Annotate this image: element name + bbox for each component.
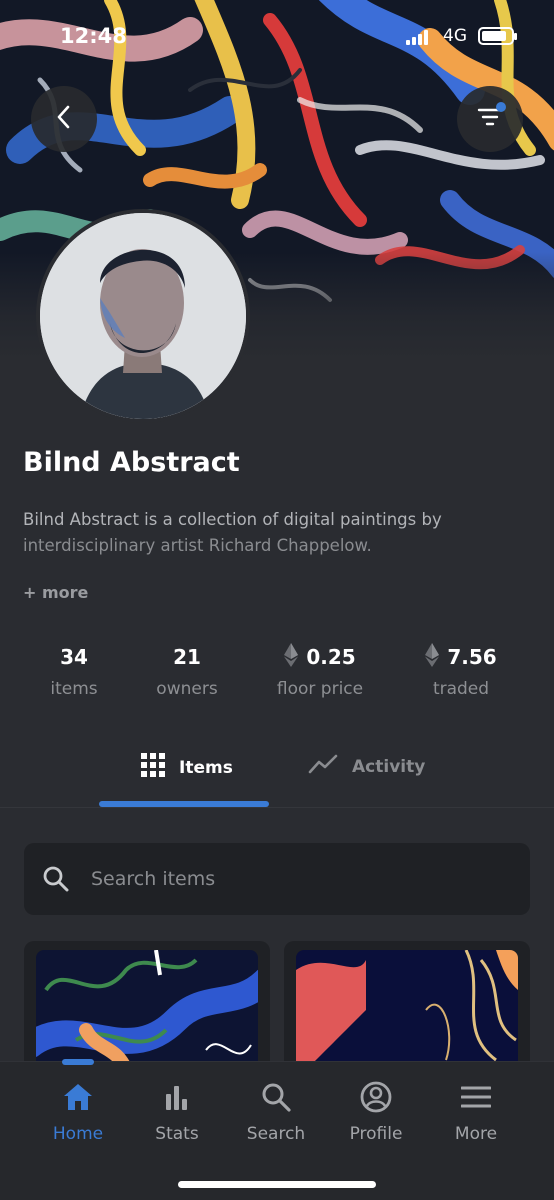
network-type: 4G: [443, 26, 467, 46]
tab-activity[interactable]: Activity: [308, 753, 425, 780]
more-link[interactable]: + more: [23, 583, 88, 602]
tab-divider: [0, 807, 554, 808]
stat-label: floor price: [276, 679, 364, 699]
tab-label: Activity: [352, 756, 426, 777]
grid-icon: [141, 753, 165, 782]
filter-button[interactable]: [457, 86, 523, 152]
description-line-2: interdisciplinary artist Richard Chappel…: [23, 536, 372, 555]
nav-stats[interactable]: Stats: [132, 1080, 222, 1144]
signal-icon: [406, 30, 430, 49]
ethereum-icon: [284, 642, 299, 672]
status-bar: 12:48 4G: [0, 22, 554, 52]
nav-home[interactable]: Home: [33, 1080, 123, 1144]
stat-traded: 7.56 traded: [413, 642, 509, 699]
stat-label: items: [50, 679, 98, 699]
tab-label: Items: [179, 757, 233, 778]
filter-active-dot: [496, 102, 506, 112]
stat-value: 34: [60, 645, 88, 669]
bottom-navigation: Home Stats Search Profile More: [0, 1059, 554, 1200]
collection-title: Bilnd Abstract: [23, 447, 240, 478]
profile-icon: [331, 1080, 421, 1114]
nav-label: Home: [52, 1124, 104, 1144]
battery-icon: [478, 27, 517, 45]
stat-label: owners: [156, 679, 218, 699]
status-time: 12:48: [60, 24, 127, 48]
bar-chart-icon: [132, 1080, 222, 1114]
trend-line-icon: [308, 753, 338, 780]
item-card[interactable]: [24, 941, 270, 1081]
stat-value: 21: [173, 645, 201, 669]
nav-label: Search: [246, 1124, 306, 1144]
description-line-1: Bilnd Abstract is a collection of digita…: [23, 510, 442, 529]
search-icon: [231, 1080, 321, 1114]
ethereum-icon: [425, 642, 440, 672]
menu-icon: [431, 1080, 521, 1114]
tab-items[interactable]: Items: [141, 753, 233, 782]
stat-value: 7.56: [447, 645, 497, 669]
stat-label: traded: [432, 679, 490, 699]
stat-owners: 21 owners: [147, 644, 227, 699]
nav-label: More: [454, 1124, 498, 1144]
chevron-left-icon: [54, 104, 74, 134]
back-button[interactable]: [31, 86, 97, 152]
collection-description: Bilnd Abstract is a collection of digita…: [23, 507, 493, 559]
nav-label: Profile: [349, 1124, 403, 1144]
home-icon: [33, 1080, 123, 1114]
artist-avatar: [36, 209, 250, 423]
item-card[interactable]: [284, 941, 530, 1081]
nav-more[interactable]: More: [431, 1080, 521, 1144]
search-icon: [42, 865, 70, 897]
nav-search[interactable]: Search: [231, 1080, 321, 1144]
search-input[interactable]: [91, 860, 511, 898]
nav-label: Stats: [155, 1124, 199, 1144]
stat-floor-price: 0.25 floor price: [262, 642, 378, 699]
stat-value: 0.25: [306, 645, 356, 669]
stat-items: 34 items: [34, 644, 114, 699]
nav-active-indicator: [62, 1059, 94, 1065]
nav-profile[interactable]: Profile: [331, 1080, 421, 1144]
home-indicator: [178, 1181, 376, 1188]
